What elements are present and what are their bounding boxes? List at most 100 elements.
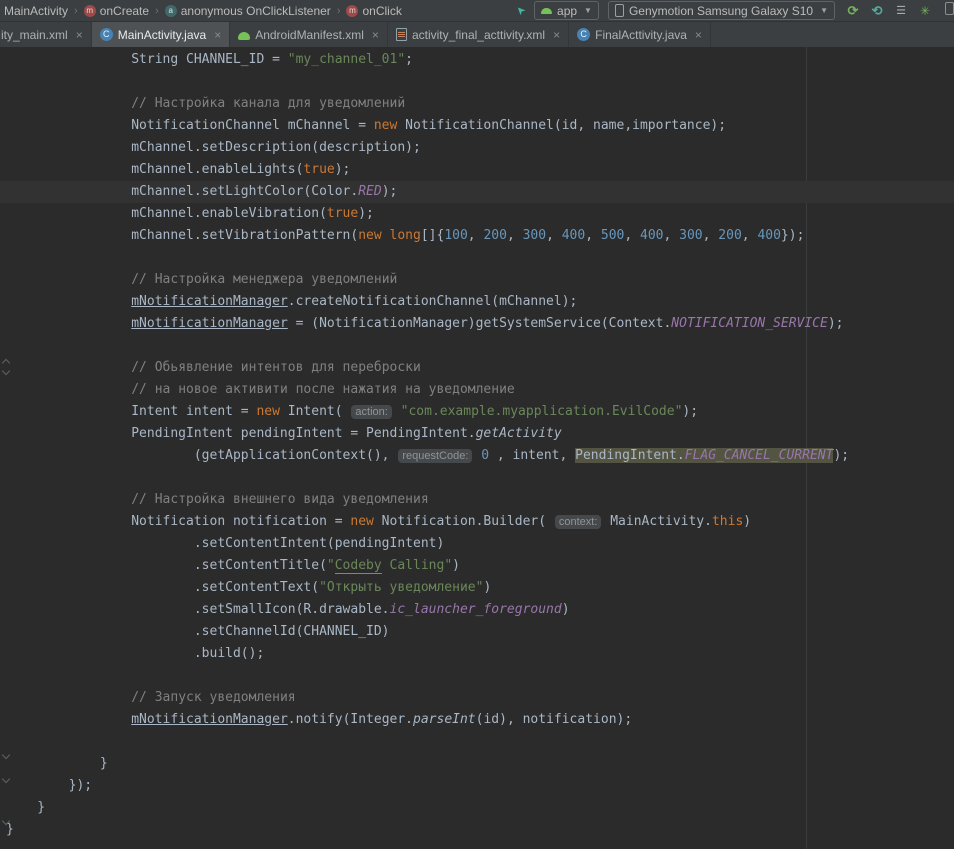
sdk-manager-icon[interactable]: ✳ <box>916 1 934 21</box>
toolbar-icons: ⟳ ⟲ ☰ ✳ <box>844 1 952 21</box>
code-line[interactable] <box>0 71 954 93</box>
code-token: mChannel.setVibrationPattern( <box>6 228 358 243</box>
device-select[interactable]: Genymotion Samsung Galaxy S10 ▼ <box>608 1 835 20</box>
code-line[interactable]: .setContentIntent(pendingIntent) <box>0 533 954 555</box>
code-line[interactable]: mChannel.setVibrationPattern(new long[]{… <box>0 225 954 247</box>
code-line[interactable]: } <box>0 819 954 841</box>
code-line[interactable]: .setContentTitle("Codeby Calling") <box>0 555 954 577</box>
fold-end-icon[interactable] <box>1 776 11 782</box>
code-line[interactable]: mChannel.enableLights(true); <box>0 159 954 181</box>
close-icon[interactable]: × <box>553 29 560 41</box>
code-line[interactable]: mNotificationManager.notify(Integer.pars… <box>0 709 954 731</box>
code-line[interactable]: // на новое активити после нажатия на ув… <box>0 379 954 401</box>
code-token: // Запуск уведомления <box>131 690 295 705</box>
code-line[interactable]: mChannel.setDescription(description); <box>0 137 954 159</box>
code-token: , intent, <box>489 448 575 463</box>
breadcrumb-item[interactable]: monClick <box>344 4 403 18</box>
code-line[interactable]: .setChannelId(CHANNEL_ID) <box>0 621 954 643</box>
code-line[interactable]: // Запуск уведомления <box>0 687 954 709</box>
code-line[interactable] <box>0 665 954 687</box>
method-icon: m <box>84 5 96 17</box>
code-editor[interactable]: String CHANNEL_ID = "my_channel_01"; // … <box>0 47 954 849</box>
breadcrumb-item[interactable]: MainActivity <box>2 4 70 18</box>
coverage-icon[interactable]: ⟲ <box>868 1 886 21</box>
breadcrumb-item[interactable]: monCreate <box>82 4 151 18</box>
code-token <box>6 360 131 375</box>
device-manager-icon[interactable] <box>940 1 954 21</box>
breadcrumb: MainActivity›monCreate›aanonymous OnClic… <box>2 4 404 18</box>
close-icon[interactable]: × <box>214 29 221 41</box>
close-icon[interactable]: × <box>695 29 702 41</box>
code-line[interactable]: Notification notification = new Notifica… <box>0 511 954 533</box>
java-class-icon: C <box>100 28 113 41</box>
code-token: new <box>358 228 381 243</box>
sync-icon[interactable]: ⟳ <box>844 1 862 21</box>
fold-range-icon[interactable] <box>1 360 11 374</box>
device-select-label: Genymotion Samsung Galaxy S10 <box>629 4 813 18</box>
code-line[interactable] <box>0 247 954 269</box>
code-token: action: <box>351 405 391 419</box>
code-token: // Обьявление интентов для переброски <box>131 360 421 375</box>
code-line[interactable]: Intent intent = new Intent( action: "com… <box>0 401 954 423</box>
chevron-down-icon: ▼ <box>820 6 828 15</box>
editor-tab[interactable]: ity_main.xml × <box>0 22 92 47</box>
code-line[interactable]: } <box>0 797 954 819</box>
code-token: ic_launcher_foreground <box>390 602 562 617</box>
pointer-icon[interactable]: ➤ <box>513 3 529 19</box>
code-token: NotificationChannel mChannel = <box>6 118 374 133</box>
close-icon[interactable]: × <box>372 29 379 41</box>
code-line[interactable]: PendingIntent pendingIntent = PendingInt… <box>0 423 954 445</box>
code-line[interactable] <box>0 731 954 753</box>
editor-tab[interactable]: CFinalActtivity.java× <box>569 22 711 47</box>
code-line[interactable]: // Настройка менеджера уведомлений <box>0 269 954 291</box>
phone-icon <box>615 4 624 17</box>
code-token: // Настройка внешнего вида уведомления <box>131 492 428 507</box>
code-token: 0 <box>481 448 489 463</box>
code-line[interactable]: .build(); <box>0 643 954 665</box>
code-line[interactable]: (getApplicationContext(), requestCode: 0… <box>0 445 954 467</box>
code-line[interactable] <box>0 335 954 357</box>
code-token: new <box>374 118 397 133</box>
code-token: []{ <box>421 228 444 243</box>
editor-tab[interactable]: CMainActivity.java× <box>92 22 231 47</box>
code-token <box>6 690 131 705</box>
run-config-select[interactable]: app ▼ <box>534 1 599 20</box>
fold-end-icon[interactable] <box>1 752 11 758</box>
code-line[interactable]: mChannel.enableVibration(true); <box>0 203 954 225</box>
code-line[interactable]: // Настройка канала для уведомлений <box>0 93 954 115</box>
code-line[interactable]: mNotificationManager = (NotificationMana… <box>0 313 954 335</box>
build-variants-icon[interactable]: ☰ <box>892 1 910 21</box>
code-line[interactable]: } <box>0 753 954 775</box>
code-token: mChannel.setDescription(description); <box>6 140 421 155</box>
code-token: ) <box>483 580 491 595</box>
code-line[interactable]: String CHANNEL_ID = "my_channel_01"; <box>0 49 954 71</box>
tab-label: AndroidManifest.xml <box>255 28 364 42</box>
code-line[interactable] <box>0 467 954 489</box>
phone-icon <box>945 2 954 15</box>
code-line-caret[interactable]: mChannel.setLightColor(Color.RED); <box>0 181 954 203</box>
editor-tab[interactable]: AndroidManifest.xml × <box>230 22 388 47</box>
code-line[interactable]: }); <box>0 775 954 797</box>
breadcrumb-item[interactable]: aanonymous OnClickListener <box>163 4 333 18</box>
code-token: "Открыть уведомление" <box>319 580 483 595</box>
code-line[interactable]: // Обьявление интентов для переброски <box>0 357 954 379</box>
code-token: } <box>6 822 14 837</box>
code-token: .setChannelId(CHANNEL_ID) <box>6 624 390 639</box>
code-token: Codeby <box>335 558 382 574</box>
code-line[interactable]: mNotificationManager.createNotificationC… <box>0 291 954 313</box>
code-lines: String CHANNEL_ID = "my_channel_01"; // … <box>0 47 954 841</box>
editor-tab[interactable]: activity_final_acttivity.xml× <box>388 22 569 47</box>
code-token: RED <box>358 184 381 199</box>
code-line[interactable]: // Настройка внешнего вида уведомления <box>0 489 954 511</box>
code-token: long <box>390 228 421 243</box>
code-token: ) <box>743 514 751 529</box>
code-line[interactable]: .setSmallIcon(R.drawable.ic_launcher_for… <box>0 599 954 621</box>
code-line[interactable]: .setContentText("Открыть уведомление") <box>0 577 954 599</box>
tab-label: ity_main.xml <box>1 28 68 42</box>
code-line[interactable]: NotificationChannel mChannel = new Notif… <box>0 115 954 137</box>
code-token: mChannel.setLightColor(Color. <box>6 184 358 199</box>
fold-end-icon[interactable] <box>1 818 11 824</box>
close-icon[interactable]: × <box>76 29 83 41</box>
code-token: , <box>742 228 758 243</box>
code-token: .setContentIntent(pendingIntent) <box>6 536 444 551</box>
